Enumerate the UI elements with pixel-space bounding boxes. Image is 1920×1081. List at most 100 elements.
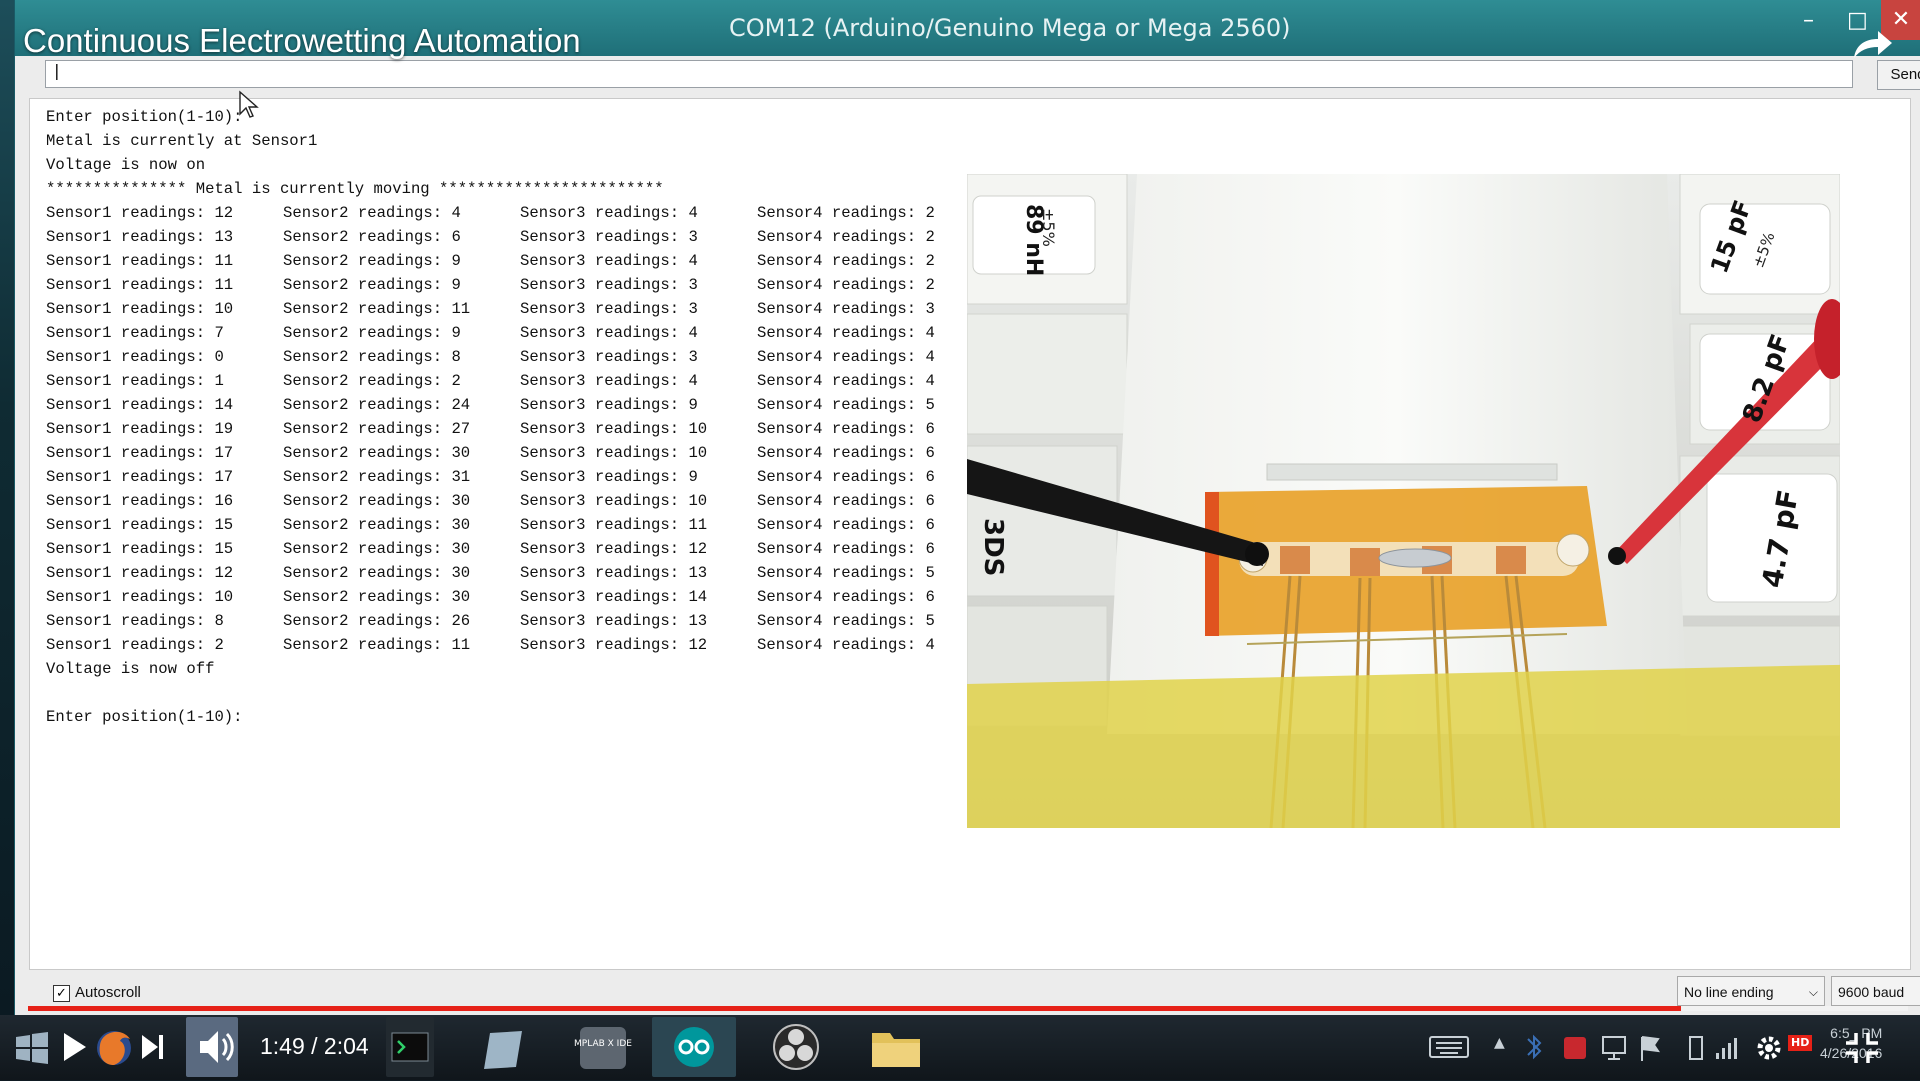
sensor-readings-row: Sensor1 readings: 0 Sensor2 readings: 8 Se… xyxy=(46,345,994,369)
battery-icon[interactable] xyxy=(1686,1015,1706,1080)
sensor4-reading: Sensor4 readings: 3 xyxy=(757,300,935,318)
exit-fullscreen-icon[interactable] xyxy=(1842,1015,1882,1080)
share-icon[interactable] xyxy=(1850,28,1894,62)
sensor4-reading: Sensor4 readings: 4 xyxy=(757,348,935,366)
terminal-app[interactable] xyxy=(386,1017,434,1077)
console-line: *************** Metal is currently movin… xyxy=(46,180,664,198)
display-icon[interactable] xyxy=(1600,1015,1628,1080)
mplab-icon: MPLAB X IDE xyxy=(574,1027,632,1069)
sensor-readings-row: Sensor1 readings: 14 Sensor2 readings: 24… xyxy=(46,393,994,417)
sensor1-reading: Sensor1 readings: 10 xyxy=(46,588,234,606)
firefox-icon[interactable] xyxy=(92,1015,136,1080)
next-icon[interactable] xyxy=(138,1015,168,1080)
sensor1-reading: Sensor1 readings: 17 xyxy=(46,468,234,486)
sensor3-reading: Sensor3 readings: 9 xyxy=(520,396,698,414)
sensor1-reading: Sensor1 readings: 8 xyxy=(46,612,224,630)
sensor2-reading: Sensor2 readings: 8 xyxy=(283,348,461,366)
minimize-button[interactable]: – xyxy=(1803,8,1814,33)
keyboard-icon[interactable] xyxy=(1428,1015,1470,1080)
line-ending-select[interactable]: No line ending ⌵ xyxy=(1677,976,1825,1006)
sensor-readings-row: Sensor1 readings: 17 Sensor2 readings: 30… xyxy=(46,441,994,465)
sensor2-reading: Sensor2 readings: 6 xyxy=(283,228,461,246)
sensor-readings-row: Sensor1 readings: 12 Sensor2 readings: 4 S… xyxy=(46,201,994,225)
sensor4-reading: Sensor4 readings: 4 xyxy=(757,324,935,342)
sensor3-reading: Sensor3 readings: 3 xyxy=(520,348,698,366)
sensor2-reading: Sensor2 readings: 30 xyxy=(283,492,471,510)
sensor4-reading: Sensor4 readings: 2 xyxy=(757,228,935,246)
arduino-app[interactable] xyxy=(652,1017,736,1077)
flag-icon[interactable] xyxy=(1638,1015,1662,1080)
play-icon[interactable] xyxy=(58,1015,90,1080)
sensor3-reading: Sensor3 readings: 3 xyxy=(520,300,698,318)
volume-icon[interactable] xyxy=(196,1015,236,1080)
mouse-cursor-icon xyxy=(239,90,259,118)
sensor1-reading: Sensor1 readings: 11 xyxy=(46,252,234,270)
sensor4-reading: Sensor4 readings: 6 xyxy=(757,540,935,558)
obs-icon xyxy=(773,1024,819,1070)
sensor1-reading: Sensor1 readings: 15 xyxy=(46,516,234,534)
input-caret: | xyxy=(52,61,62,80)
folder-icon xyxy=(872,1033,920,1067)
notepad-app[interactable] xyxy=(476,1017,532,1077)
sensor1-reading: Sensor1 readings: 19 xyxy=(46,420,234,438)
sensor1-reading: Sensor1 readings: 17 xyxy=(46,444,234,462)
electrowetting-device-image: 89 nH ±5% 15 pF ±5% 8.2 pF 4.7 pF 3DS xyxy=(967,174,1840,828)
tray-expand-icon[interactable]: ▲ xyxy=(1494,1035,1505,1051)
video-progress-bar[interactable] xyxy=(28,1006,1908,1011)
sensor3-reading: Sensor3 readings: 4 xyxy=(520,204,698,222)
sensor1-reading: Sensor1 readings: 7 xyxy=(46,324,224,342)
sensor3-reading: Sensor3 readings: 13 xyxy=(520,612,708,630)
sensor3-reading: Sensor3 readings: 4 xyxy=(520,324,698,342)
autoscroll-checkbox[interactable]: ✓ xyxy=(53,985,70,1002)
sensor2-reading: Sensor2 readings: 30 xyxy=(283,588,471,606)
sensor1-reading: Sensor1 readings: 0 xyxy=(46,348,224,366)
sensor3-reading: Sensor3 readings: 4 xyxy=(520,252,698,270)
baud-rate-select[interactable]: 9600 baud xyxy=(1831,976,1920,1006)
sensor-readings-row: Sensor1 readings: 17 Sensor2 readings: 31… xyxy=(46,465,994,489)
desktop-left-edge xyxy=(0,0,14,1015)
sensor-readings-row: Sensor1 readings: 11 Sensor2 readings: 9 S… xyxy=(46,249,994,273)
signal-icon[interactable] xyxy=(1714,1015,1738,1080)
sensor3-reading: Sensor3 readings: 13 xyxy=(520,564,708,582)
sensor2-reading: Sensor2 readings: 9 xyxy=(283,324,461,342)
sensor-readings-row: Sensor1 readings: 15 Sensor2 readings: 30… xyxy=(46,513,994,537)
autoscroll-label: Autoscroll xyxy=(75,984,141,1001)
sensor-readings-row: Sensor1 readings: 8 Sensor2 readings: 26 S… xyxy=(46,609,994,633)
sensor1-reading: Sensor1 readings: 16 xyxy=(46,492,234,510)
sensor4-reading: Sensor4 readings: 5 xyxy=(757,396,935,414)
sensor4-reading: Sensor4 readings: 4 xyxy=(757,636,935,654)
video-time: 1:49 / 2:04 xyxy=(260,1033,369,1059)
settings-gear-icon[interactable] xyxy=(1756,1015,1782,1080)
serial-input-field[interactable]: | xyxy=(45,60,1853,88)
sensor2-reading: Sensor2 readings: 30 xyxy=(283,540,471,558)
sensor2-reading: Sensor2 readings: 24 xyxy=(283,396,471,414)
mplab-app[interactable]: MPLAB X IDE xyxy=(568,1017,638,1077)
sensor1-reading: Sensor1 readings: 14 xyxy=(46,396,234,414)
console-line: Voltage is now on xyxy=(46,156,206,174)
sensor3-reading: Sensor3 readings: 3 xyxy=(520,276,698,294)
console-line: Metal is currently at Sensor1 xyxy=(46,132,318,150)
console-line: Enter position(1-10): xyxy=(46,708,243,726)
device-photo: 89 nH ±5% 15 pF ±5% 8.2 pF 4.7 pF 3DS xyxy=(967,174,1840,828)
obs-app[interactable] xyxy=(754,1017,838,1077)
file-explorer-app[interactable] xyxy=(854,1017,938,1077)
sensor2-reading: Sensor2 readings: 11 xyxy=(283,300,471,318)
acrobat-icon[interactable] xyxy=(1562,1015,1588,1080)
console-line: Enter position(1-10): xyxy=(46,108,243,126)
sensor4-reading: Sensor4 readings: 5 xyxy=(757,564,935,582)
sensor1-reading: Sensor1 readings: 1 xyxy=(46,372,224,390)
mplab-label: MPLAB X IDE xyxy=(574,1039,632,1049)
sensor1-reading: Sensor1 readings: 15 xyxy=(46,540,234,558)
terminal-icon xyxy=(391,1032,429,1062)
sensor2-reading: Sensor2 readings: 11 xyxy=(283,636,471,654)
line-ending-value: No line ending xyxy=(1684,984,1774,1000)
windows-start-icon[interactable] xyxy=(12,1015,52,1080)
sensor1-reading: Sensor1 readings: 10 xyxy=(46,300,234,318)
sensor1-reading: Sensor1 readings: 2 xyxy=(46,636,224,654)
sensor-readings-row: Sensor1 readings: 2 Sensor2 readings: 11 S… xyxy=(46,633,994,657)
bluetooth-icon[interactable] xyxy=(1520,1015,1548,1080)
send-button[interactable]: Send xyxy=(1877,60,1920,90)
console-lines: Enter position(1-10): Metal is currently … xyxy=(46,105,994,729)
serial-input-row: | Send xyxy=(29,60,1920,92)
